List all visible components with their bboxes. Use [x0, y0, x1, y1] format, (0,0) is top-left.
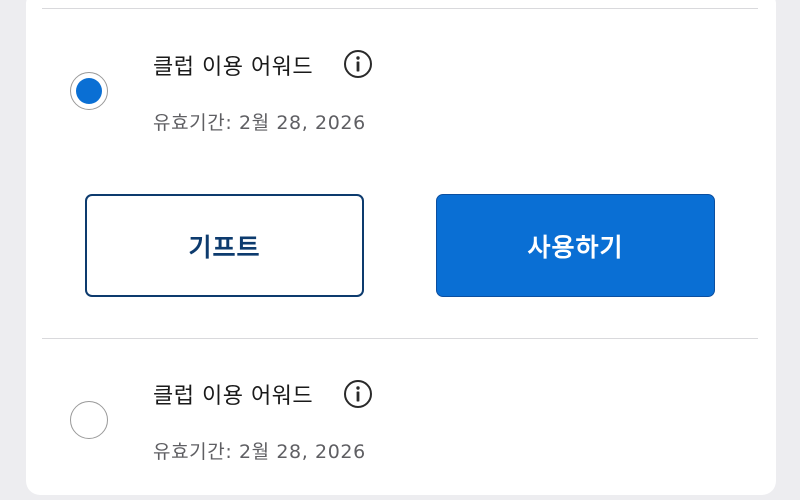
use-button[interactable]: 사용하기: [436, 194, 715, 297]
item-divider: [42, 338, 758, 339]
reward-expiry: 유효기간: 2월 28, 2026: [153, 112, 366, 134]
reward-radio-selected[interactable]: [70, 72, 108, 110]
top-divider: [42, 8, 758, 9]
reward-title: 클럽 이용 어워드: [153, 55, 314, 80]
reward-title: 클럽 이용 어워드: [153, 384, 314, 409]
gift-button[interactable]: 기프트: [85, 194, 364, 297]
info-circle-icon[interactable]: [343, 379, 373, 409]
reward-radio-unselected[interactable]: [70, 401, 108, 439]
info-circle-icon[interactable]: [343, 49, 373, 79]
reward-expiry: 유효기간: 2월 28, 2026: [153, 441, 366, 463]
